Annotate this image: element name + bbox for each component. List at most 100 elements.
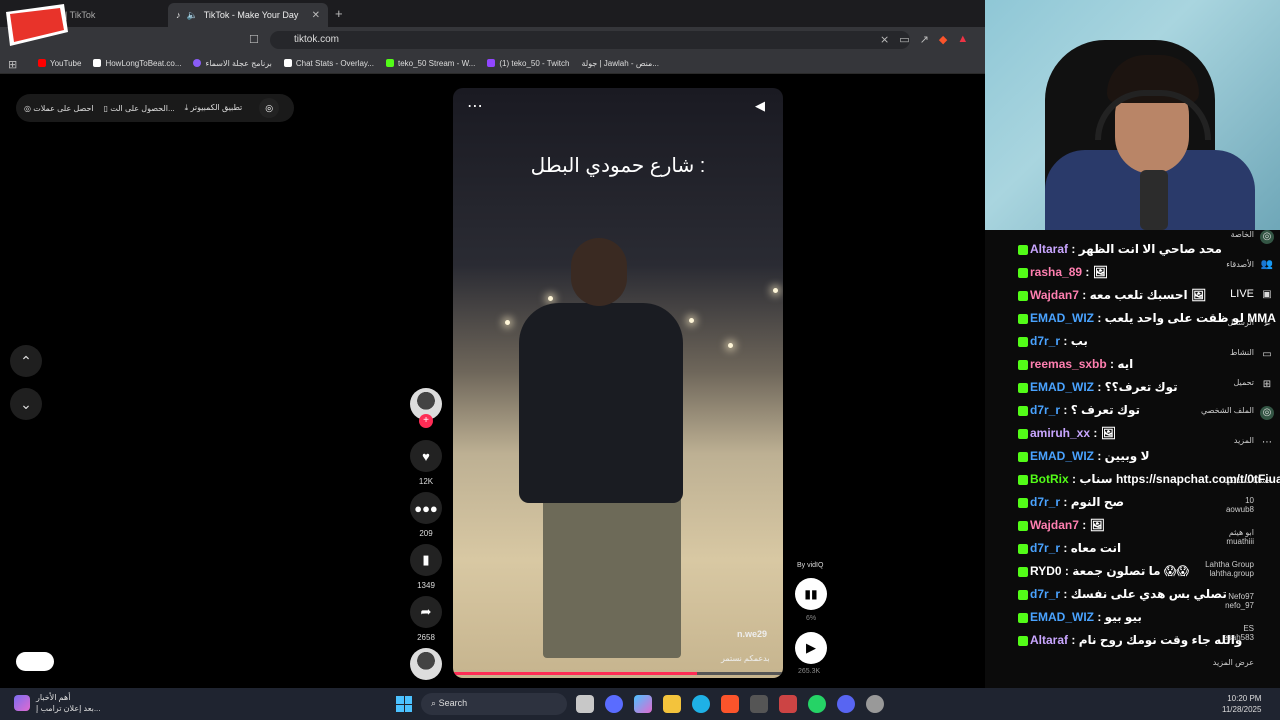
bookmark-howlongtobeat[interactable]: HowLongToBeat.co... bbox=[93, 59, 181, 68]
heart-icon: ♥ bbox=[410, 440, 442, 472]
sidebar-item-more[interactable]: المزيد bbox=[1234, 436, 1254, 445]
video-progress-bar[interactable] bbox=[453, 672, 783, 675]
extension-icon[interactable]: ⨯ bbox=[880, 33, 889, 46]
discord-icon[interactable] bbox=[837, 695, 855, 713]
edge-icon[interactable] bbox=[692, 695, 710, 713]
chat-username[interactable]: EMAD_WIZ bbox=[1030, 610, 1094, 624]
news-icon bbox=[14, 695, 30, 711]
apps-grid-icon[interactable]: ⊞ bbox=[8, 58, 17, 71]
following-account[interactable]: ابو هيثم muathiii bbox=[1226, 528, 1254, 546]
volume-icon[interactable]: ◀ bbox=[755, 98, 765, 114]
bookmark-jawlah[interactable]: جولة | Jawlah - منص... bbox=[581, 59, 659, 68]
obs-icon[interactable] bbox=[605, 695, 623, 713]
wheel-icon bbox=[193, 59, 202, 67]
kick-badge-icon bbox=[1018, 612, 1028, 623]
save-button[interactable]: ▮ 1349 bbox=[408, 544, 444, 590]
chat-message: d7r_r : صح النوم bbox=[1018, 493, 1223, 511]
follow-plus-icon[interactable]: + bbox=[419, 414, 433, 428]
store-icon[interactable] bbox=[750, 695, 768, 713]
share-button[interactable]: ➦ 2658 bbox=[408, 596, 444, 642]
chat-username[interactable]: d7r_r bbox=[1030, 495, 1060, 509]
sidebar-item-live[interactable]: LIVE bbox=[1230, 288, 1254, 300]
following-account[interactable]: 10 aowub8 bbox=[1226, 496, 1254, 514]
chat-username[interactable]: d7r_r bbox=[1030, 541, 1060, 555]
following-account[interactable]: Nefo97 nefo_97 bbox=[1225, 592, 1254, 610]
video-player[interactable]: ⋯ ◀ شارع حمودي البطل : n.we29 بدعمكم نست… bbox=[453, 88, 783, 678]
chat-username[interactable]: EMAD_WIZ bbox=[1030, 380, 1094, 394]
save-count: 1349 bbox=[417, 581, 435, 590]
chat-username[interactable]: Wajdan7 bbox=[1030, 518, 1079, 532]
chat-username[interactable]: d7r_r bbox=[1030, 587, 1060, 601]
bookmark-wheel[interactable]: برنامج عجلة الاسماء bbox=[193, 59, 272, 68]
kick-badge-icon bbox=[1018, 382, 1028, 393]
activity-icon: ▭ bbox=[1262, 349, 1272, 360]
like-button[interactable]: ♥ 12K bbox=[408, 440, 444, 486]
brave-icon[interactable] bbox=[721, 695, 739, 713]
clock-time: 10:20 PM bbox=[1227, 694, 1262, 703]
sidebar-item-upload[interactable]: تحميل bbox=[1234, 378, 1255, 387]
show-more-link[interactable]: عرض المزيد bbox=[1213, 658, 1254, 667]
new-tab-button[interactable]: + bbox=[335, 6, 343, 21]
profile-avatar-icon[interactable]: ◎ bbox=[259, 98, 280, 118]
share-icon[interactable]: ↗ bbox=[920, 33, 929, 46]
chat-username[interactable]: EMAD_WIZ bbox=[1030, 449, 1094, 463]
comment-count: 209 bbox=[419, 529, 433, 538]
chat-username[interactable]: Altaraf bbox=[1030, 633, 1068, 647]
chat-username[interactable]: RYD0 bbox=[1030, 564, 1062, 578]
chat-username[interactable]: d7r_r bbox=[1030, 334, 1060, 348]
streetlight bbox=[773, 288, 778, 293]
sound-avatar[interactable] bbox=[408, 648, 444, 680]
sidebar-item-activity[interactable]: النشاط bbox=[1230, 348, 1254, 357]
chat-username[interactable]: amiruh_xx bbox=[1030, 426, 1090, 440]
bookmark-star-icon[interactable]: ☐ bbox=[249, 33, 259, 46]
creator-avatar[interactable]: + bbox=[408, 388, 444, 428]
system-clock[interactable]: 10:20 PM 11/28/2025 bbox=[1222, 693, 1261, 715]
tab-active[interactable]: ♪ 🔈 TikTok - Make Your Day ✕ bbox=[168, 3, 328, 27]
chat-username[interactable]: BotRix bbox=[1030, 472, 1069, 486]
file-explorer-icon[interactable] bbox=[663, 695, 681, 713]
exclusive-icon: ◎ bbox=[1260, 230, 1274, 244]
bookmark-twitch[interactable]: (1) teko_50 - Twitch bbox=[487, 59, 569, 68]
bookmark-chat-stats[interactable]: Chat Stats - Overlay... bbox=[283, 59, 374, 68]
chat-username[interactable]: Altaraf bbox=[1030, 242, 1068, 256]
kick-badge-icon bbox=[1018, 405, 1028, 416]
chat-username[interactable]: EMAD_WIZ bbox=[1030, 311, 1094, 325]
bookmark-youtube[interactable]: YouTube bbox=[38, 59, 81, 68]
bar-chart-icon: ▮▮ bbox=[804, 587, 818, 601]
clock-date: 11/28/2025 bbox=[1222, 705, 1262, 714]
whatsapp-icon[interactable] bbox=[808, 695, 826, 713]
next-video-button[interactable]: ⌄ bbox=[10, 388, 42, 420]
get-app-button[interactable]: ▯ الحصول على الت... bbox=[104, 104, 175, 113]
brave-rewards-icon[interactable]: ▲ bbox=[957, 33, 968, 46]
chat-message: d7r_r : انت معاه bbox=[1018, 539, 1223, 557]
task-view-icon[interactable] bbox=[576, 695, 594, 713]
chat-username[interactable]: rasha_89 bbox=[1030, 265, 1082, 279]
previous-video-button[interactable]: ⌃ bbox=[10, 345, 42, 377]
close-tab-icon[interactable]: ✕ bbox=[312, 10, 320, 21]
chat-username[interactable]: reemas_sxbb bbox=[1030, 357, 1107, 371]
cast-icon[interactable]: ▭ bbox=[899, 33, 909, 46]
chat-text: تصلي بس هدي على نفسك bbox=[1070, 587, 1227, 601]
brave-shield-icon[interactable]: ◆ bbox=[939, 33, 947, 46]
copilot-icon[interactable] bbox=[634, 695, 652, 713]
chat-text: 🖼 bbox=[1100, 426, 1116, 440]
theme-toggle[interactable] bbox=[16, 652, 54, 671]
sidebar-item-friends[interactable]: الأصدقاء bbox=[1226, 260, 1254, 269]
sidebar-item-exclusive[interactable]: الخاصة bbox=[1231, 230, 1254, 239]
like-count: 12K bbox=[418, 477, 434, 486]
bookmark-kick[interactable]: teko_50 Stream - W... bbox=[385, 59, 475, 68]
address-bar[interactable]: tiktok.com bbox=[270, 31, 910, 49]
chat-username[interactable]: d7r_r bbox=[1030, 403, 1060, 417]
desktop-app-button[interactable]: ⤓ تطبيق الكمبيوتر bbox=[185, 103, 243, 113]
comment-button[interactable]: ●●● 209 bbox=[408, 492, 444, 538]
news-widget[interactable]: أهم الأخبار بعد إعلان ترامب إ... bbox=[14, 692, 101, 714]
start-button[interactable] bbox=[396, 696, 412, 712]
settings-icon[interactable] bbox=[866, 695, 884, 713]
chat-username[interactable]: Wajdan7 bbox=[1030, 288, 1079, 302]
vidiq-stats-button[interactable]: ▮▮ bbox=[795, 578, 827, 610]
taskbar-search[interactable]: ⌕ Search bbox=[421, 693, 567, 715]
play-button[interactable]: ▶ bbox=[795, 632, 827, 664]
get-coins-button[interactable]: ◎ احصل على عملات bbox=[24, 104, 94, 113]
app-icon[interactable] bbox=[779, 695, 797, 713]
more-options-icon[interactable]: ⋯ bbox=[467, 96, 483, 116]
